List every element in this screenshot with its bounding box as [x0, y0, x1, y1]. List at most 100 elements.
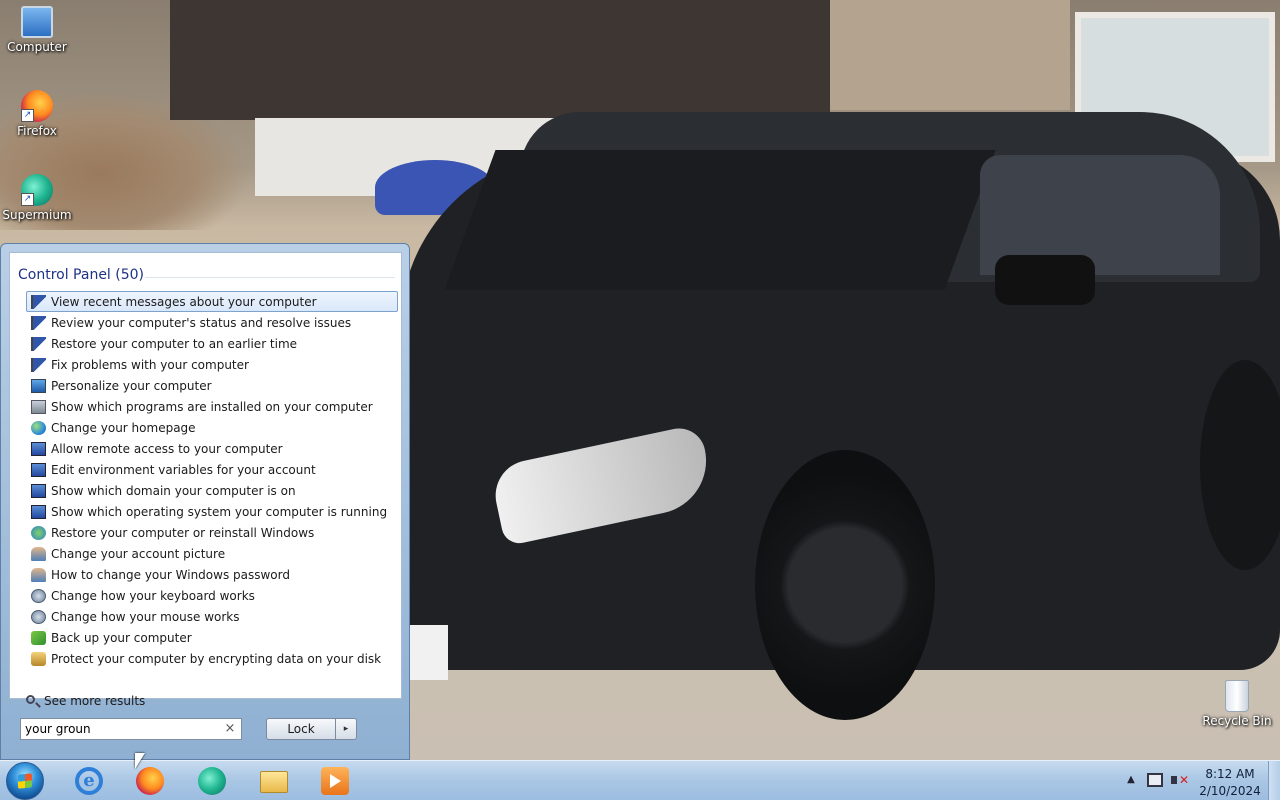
clock-date[interactable]: 2/10/2024 — [1196, 784, 1264, 798]
action-center-flag-icon — [31, 358, 46, 372]
result-item[interactable]: Allow remote access to your computer — [26, 438, 398, 459]
desktop-icon-label: Supermium — [2, 208, 72, 222]
start-search-input[interactable] — [25, 719, 215, 739]
see-more-label: See more results — [44, 694, 146, 708]
power-options-arrow-button[interactable]: ▸ — [335, 718, 357, 740]
result-label: Show which operating system your compute… — [51, 505, 388, 519]
result-item[interactable]: Protect your computer by encrypting data… — [26, 648, 398, 669]
taskbar-supermium[interactable] — [185, 763, 239, 799]
clear-search-icon[interactable]: × — [223, 720, 237, 738]
taskbar-media-player[interactable] — [308, 763, 362, 799]
search-icon — [26, 695, 35, 704]
result-item[interactable]: Personalize your computer — [26, 375, 398, 396]
personalization-monitor-icon — [31, 379, 46, 393]
wallpaper-car-plate — [410, 625, 448, 680]
desktop-icon-computer[interactable]: Computer — [1, 6, 73, 54]
show-hidden-icons-chevron-icon[interactable]: ▲ — [1124, 773, 1138, 787]
result-item[interactable]: Edit environment variables for your acco… — [26, 459, 398, 480]
mouse-cursor-icon — [135, 753, 145, 769]
result-label: Fix problems with your computer — [51, 358, 249, 372]
result-label: Change how your keyboard works — [51, 589, 255, 603]
result-item[interactable]: Review your computer's status and resolv… — [26, 312, 398, 333]
result-item[interactable]: Show which operating system your compute… — [26, 501, 398, 522]
system-icon — [31, 463, 46, 477]
result-item[interactable]: Show which programs are installed on you… — [26, 396, 398, 417]
result-item[interactable]: View recent messages about your computer — [26, 291, 398, 312]
media-player-icon — [321, 767, 349, 795]
wallpaper-car-rear-wheel — [1200, 360, 1280, 570]
results-list: View recent messages about your computer… — [26, 291, 398, 669]
start-button[interactable] — [6, 762, 44, 800]
result-label: Protect your computer by encrypting data… — [51, 652, 382, 666]
result-item[interactable]: How to change your Windows password — [26, 564, 398, 585]
result-item[interactable]: Restore your computer or reinstall Windo… — [26, 522, 398, 543]
result-item[interactable]: Restore your computer to an earlier time — [26, 333, 398, 354]
supermium-icon — [198, 767, 226, 795]
results-divider — [145, 277, 395, 278]
result-label: Show which programs are installed on you… — [51, 400, 373, 414]
shortcut-arrow-icon: ↗ — [21, 193, 34, 206]
supermium-icon: ↗ — [21, 174, 53, 206]
backup-icon — [31, 631, 46, 645]
shortcut-arrow-icon: ↗ — [21, 109, 34, 122]
result-item[interactable]: Change your homepage — [26, 417, 398, 438]
result-label: Edit environment variables for your acco… — [51, 463, 316, 477]
desktop-icon-label: Recycle Bin — [1202, 714, 1272, 728]
result-item[interactable]: Show which domain your computer is on — [26, 480, 398, 501]
ease-of-access-icon — [31, 610, 46, 624]
user-accounts-icon — [31, 547, 46, 561]
result-item[interactable]: Change how your keyboard works — [26, 585, 398, 606]
result-label: Restore your computer or reinstall Windo… — [51, 526, 315, 540]
result-label: How to change your Windows password — [51, 568, 290, 582]
system-icon — [31, 442, 46, 456]
search-results-pane: Control Panel (50) View recent messages … — [9, 252, 402, 708]
recovery-icon — [31, 526, 46, 540]
desktop-icon-firefox[interactable]: ↗ Firefox — [1, 90, 73, 138]
network-icon[interactable] — [1147, 773, 1163, 787]
result-item[interactable]: Back up your computer — [26, 627, 398, 648]
recycle-bin-icon — [1225, 680, 1249, 712]
result-label: Change your homepage — [51, 421, 196, 435]
result-label: Show which domain your computer is on — [51, 484, 296, 498]
internet-options-globe-icon — [31, 421, 46, 435]
result-item[interactable]: Fix problems with your computer — [26, 354, 398, 375]
internet-explorer-icon: e — [75, 767, 103, 795]
result-label: Change how your mouse works — [51, 610, 240, 624]
result-label: Review your computer's status and resolv… — [51, 316, 352, 330]
desktop-icon-recycle-bin[interactable]: Recycle Bin — [1201, 680, 1273, 728]
show-desktop-button[interactable] — [1268, 761, 1280, 800]
wallpaper-car-front-wheel — [755, 450, 935, 720]
result-item[interactable]: Change how your mouse works — [26, 606, 398, 627]
see-more-results-link[interactable]: See more results — [26, 692, 145, 710]
system-icon — [31, 484, 46, 498]
start-search-box[interactable]: × — [20, 718, 242, 740]
action-center-flag-icon — [31, 295, 46, 309]
taskbar-internet-explorer[interactable]: e — [62, 763, 116, 799]
taskbar-windows-explorer[interactable] — [247, 763, 301, 799]
result-label: Restore your computer to an earlier time — [51, 337, 298, 351]
user-accounts-icon — [31, 568, 46, 582]
result-label: Personalize your computer — [51, 379, 212, 393]
result-label: View recent messages about your computer — [51, 295, 317, 309]
volume-muted-icon[interactable]: ✕ — [1171, 772, 1189, 788]
firefox-icon — [136, 767, 164, 795]
lock-button[interactable]: Lock — [266, 718, 336, 740]
wallpaper-building-wall — [830, 0, 1070, 110]
result-label: Change your account picture — [51, 547, 226, 561]
desktop-icon-label: Firefox — [17, 124, 57, 138]
desktop-icon-supermium[interactable]: ↗ Supermium — [1, 174, 73, 222]
desktop-icon-label: Computer — [7, 40, 67, 54]
start-menu: Control Panel (50) View recent messages … — [0, 243, 410, 760]
firefox-icon: ↗ — [21, 90, 53, 122]
result-label: Back up your computer — [51, 631, 192, 645]
result-item[interactable]: Change your account picture — [26, 543, 398, 564]
results-group-header[interactable]: Control Panel (50) — [18, 267, 144, 283]
bitlocker-icon — [31, 652, 46, 666]
taskbar-firefox[interactable] — [123, 763, 177, 799]
folder-icon — [260, 771, 288, 793]
speaker-icon — [1171, 776, 1177, 784]
muted-x-icon: ✕ — [1179, 773, 1190, 787]
wallpaper-building — [170, 0, 830, 120]
taskbar: e ▲ ✕ 8:12 AM 2/10/2024 — [0, 760, 1280, 800]
clock-time[interactable]: 8:12 AM — [1196, 767, 1264, 781]
